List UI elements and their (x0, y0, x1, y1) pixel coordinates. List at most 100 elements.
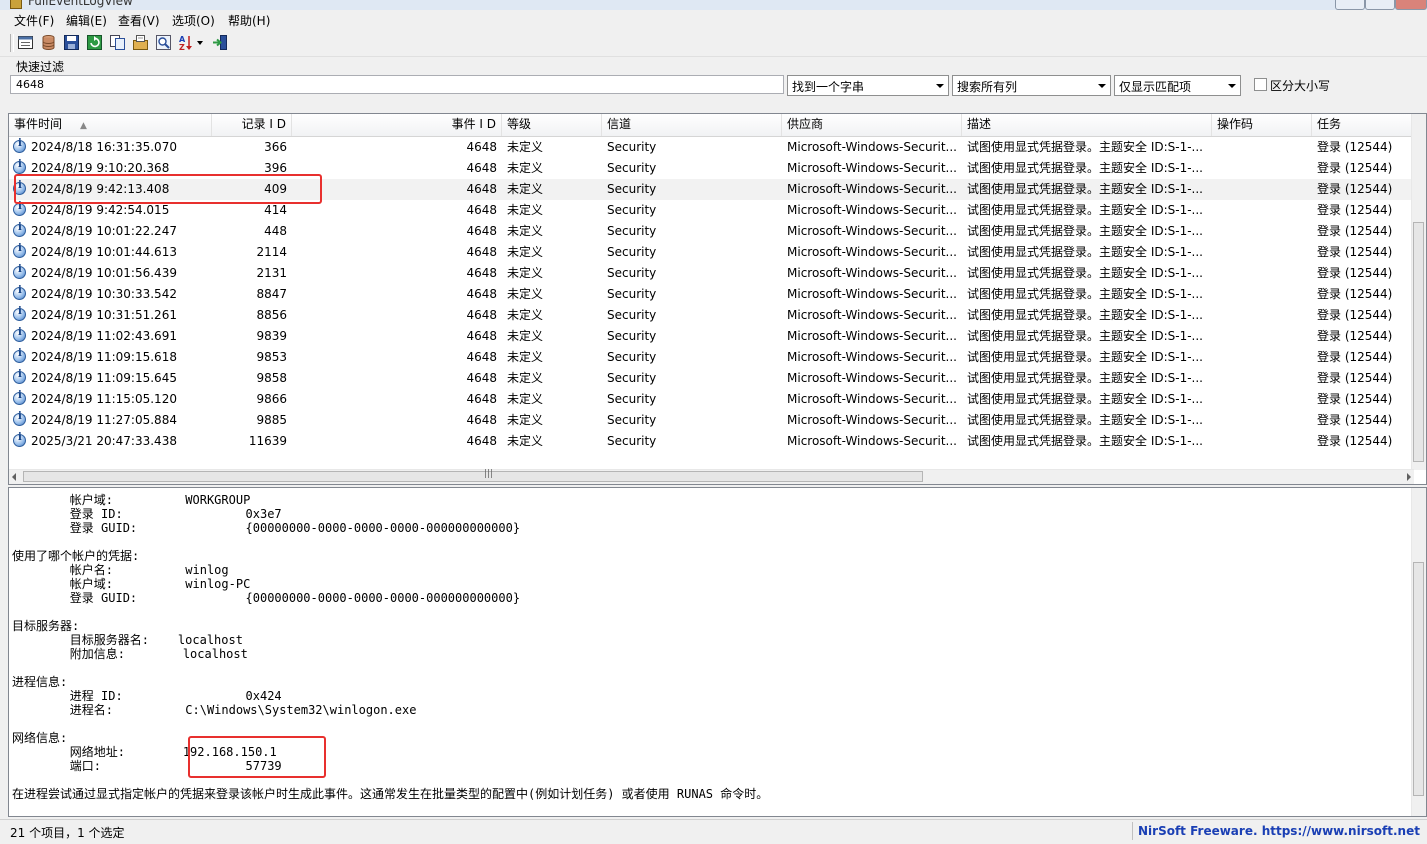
cell-channel: Security (607, 413, 657, 427)
cell-event-id: 4648 (466, 434, 497, 448)
sort-asc-icon: ▲ (80, 121, 87, 131)
scroll-thumb[interactable] (1413, 562, 1424, 796)
menu-options[interactable]: 选项(O) (172, 12, 215, 29)
save-icon[interactable] (63, 34, 80, 51)
cell-time: 2024/8/19 11:09:15.618 (31, 350, 177, 364)
info-icon (13, 348, 26, 363)
column-header-channel[interactable]: 信道 (602, 114, 782, 136)
quick-filter-input[interactable]: 4648 (10, 75, 784, 94)
list-horizontal-scrollbar[interactable]: ||| (9, 469, 1414, 484)
table-row[interactable]: 2024/8/19 10:01:22.247 448 4648 未定义 Security… (9, 221, 1414, 242)
cell-event-id: 4648 (466, 413, 497, 427)
table-row[interactable]: 2024/8/19 11:09:15.645 9858 4648 未定义 Securit… (9, 368, 1414, 389)
info-icon (13, 369, 26, 384)
menu-edit[interactable]: 编辑(E) (66, 12, 107, 29)
detail-line: 在进程尝试通过显式指定帐户的凭据来登录该帐户时生成此事件。这通常发生在批量类型的… (12, 787, 769, 801)
cell-task: 登录 (12544) (1317, 161, 1393, 175)
scroll-thumb[interactable] (1413, 222, 1424, 462)
cell-description: 试图使用显式凭据登录。主题安全 ID:S-1-... (967, 161, 1203, 175)
refresh-icon[interactable] (86, 34, 103, 51)
cell-task: 登录 (12544) (1317, 140, 1393, 154)
menu-help[interactable]: 帮助(H) (228, 12, 270, 29)
menu-file[interactable]: 文件(F) (14, 12, 54, 29)
detail-line: 登录 ID: 0x3e7 (12, 507, 282, 521)
cell-level: 未定义 (507, 266, 544, 280)
table-row[interactable]: 2025/3/21 20:47:33.438 11639 4648 未定义 Securi… (9, 431, 1414, 452)
table-row[interactable]: 2024/8/19 11:09:15.618 9853 4648 未定义 Securit… (9, 347, 1414, 368)
cell-record-id: 8847 (256, 287, 287, 301)
cell-description: 试图使用显式凭据登录。主题安全 ID:S-1-... (967, 392, 1203, 406)
match-mode-select[interactable]: 找到一个字串 (787, 75, 949, 96)
detail-line: 登录 GUID: {00000000-0000-0000-0000-000000… (12, 591, 521, 605)
nirsoft-link[interactable]: NirSoft Freeware. https://www.nirsoft.ne… (1138, 824, 1420, 838)
detail-line: 目标服务器名: localhost (12, 633, 243, 647)
table-row[interactable]: 2024/8/19 11:15:05.120 9866 4648 未定义 Securit… (9, 389, 1414, 410)
column-header-time-label: 事件时间 (14, 117, 63, 131)
list-vertical-scrollbar[interactable] (1411, 114, 1426, 470)
column-header-provider[interactable]: 供应商 (782, 114, 962, 136)
window-title: FullEventLogView (28, 0, 133, 8)
cell-level: 未定义 (507, 413, 544, 427)
search-columns-select[interactable]: 搜索所有列 (952, 75, 1111, 96)
info-icon (13, 264, 26, 279)
column-header-record-id[interactable]: 记录 I D (212, 114, 292, 136)
find-icon[interactable] (155, 34, 172, 51)
column-header-opcode[interactable]: 操作码 (1212, 114, 1312, 136)
cell-time: 2024/8/19 10:31:51.261 (31, 308, 177, 322)
cell-record-id: 11639 (248, 434, 287, 448)
event-list[interactable]: 事件时间 ▲ 记录 I D 事件 I D 等级 信道 供应商 描述 操作码 任务 … (8, 113, 1427, 485)
cell-time: 2024/8/19 11:02:43.691 (31, 329, 177, 343)
cell-event-id: 4648 (466, 224, 497, 238)
scroll-right-icon[interactable] (1407, 473, 1411, 481)
column-header-event-id[interactable]: 事件 I D (292, 114, 502, 136)
column-header-description[interactable]: 描述 (962, 114, 1212, 136)
cell-event-id: 4648 (466, 161, 497, 175)
detail-line: 帐户名: winlog (12, 563, 229, 577)
table-row[interactable]: 2024/8/19 10:01:44.613 2114 4648 未定义 Securit… (9, 242, 1414, 263)
database-icon[interactable] (40, 34, 57, 51)
cell-channel: Security (607, 308, 657, 322)
detail-vertical-scrollbar[interactable] (1411, 488, 1426, 816)
sort-icon[interactable]: AZ (178, 34, 206, 51)
cell-event-id: 4648 (466, 308, 497, 322)
close-button[interactable] (1395, 0, 1427, 10)
cell-opcode (1217, 158, 1312, 179)
table-row[interactable]: 2024/8/19 11:02:43.691 9839 4648 未定义 Securit… (9, 326, 1414, 347)
copy-icon[interactable] (109, 34, 126, 51)
column-header-level[interactable]: 等级 (502, 114, 602, 136)
column-header-task[interactable]: 任务 (1312, 114, 1414, 136)
menu-view[interactable]: 查看(V) (118, 12, 160, 29)
cell-opcode (1217, 368, 1312, 389)
minimize-button[interactable] (1335, 0, 1365, 10)
scroll-thumb[interactable]: ||| (23, 469, 923, 482)
table-row[interactable]: 2024/8/19 11:27:05.884 9885 4648 未定义 Securit… (9, 410, 1414, 431)
cell-event-id: 4648 (466, 329, 497, 343)
maximize-button[interactable] (1365, 0, 1395, 10)
cell-channel: Security (607, 350, 657, 364)
info-icon (13, 411, 26, 426)
options-icon[interactable] (132, 34, 149, 51)
cell-channel: Security (607, 182, 657, 196)
toolbar-grip (10, 34, 14, 52)
case-sensitive-checkbox[interactable] (1254, 78, 1267, 91)
cell-description: 试图使用显式凭据登录。主题安全 ID:S-1-... (967, 434, 1203, 448)
show-mode-select[interactable]: 仅显示匹配项 (1114, 75, 1241, 96)
table-row[interactable]: 2024/8/19 10:01:56.439 2131 4648 未定义 Securit… (9, 263, 1414, 284)
title-bar: FullEventLogView (0, 0, 1427, 10)
cell-task: 登录 (12544) (1317, 413, 1393, 427)
table-row[interactable]: 2024/8/19 10:30:33.542 8847 4648 未定义 Securit… (9, 284, 1414, 305)
exit-icon[interactable] (212, 34, 229, 51)
cell-description: 试图使用显式凭据登录。主题安全 ID:S-1-... (967, 266, 1203, 280)
column-header-time[interactable]: 事件时间 ▲ (9, 114, 212, 136)
properties-icon[interactable] (17, 34, 34, 51)
scroll-left-icon[interactable] (12, 473, 16, 481)
cell-record-id: 366 (264, 140, 287, 154)
table-row[interactable]: 2024/8/19 10:31:51.261 8856 4648 未定义 Securit… (9, 305, 1414, 326)
cell-task: 登录 (12544) (1317, 266, 1393, 280)
info-icon (13, 138, 26, 153)
cell-level: 未定义 (507, 224, 544, 238)
table-row[interactable]: 2024/8/18 16:31:35.070 366 4648 未定义 Security… (9, 137, 1414, 158)
cell-event-id: 4648 (466, 203, 497, 217)
cell-level: 未定义 (507, 203, 544, 217)
cell-time: 2024/8/19 10:30:33.542 (31, 287, 177, 301)
